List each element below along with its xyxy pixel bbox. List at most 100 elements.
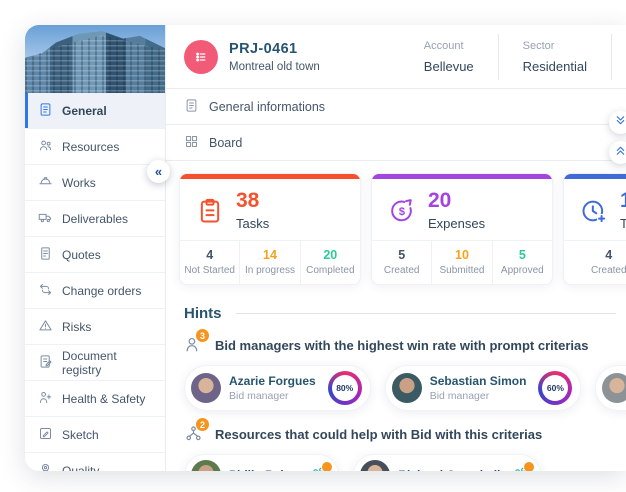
sidebar-menu: General Resources Works Deliverables Quo… [25,93,165,471]
document-icon [184,98,199,116]
sidebar-collapse-button[interactable]: « [147,160,170,183]
sidebar-item-change-orders[interactable]: Change orders [25,273,165,309]
stat-in-progress: 14In progress [239,241,299,284]
tasks-card[interactable]: 38 Tasks 4Not Started 14In progress 20Co… [179,173,361,285]
tasks-clipboard-icon [196,197,224,225]
board-grid-icon [184,134,199,152]
expenses-count: 20 [428,190,485,211]
sidebar-item-deliverables[interactable]: Deliverables [25,201,165,237]
sidebar-item-label: Document registry [62,349,159,377]
bid-manager-name: Sebastian Simon [430,374,527,388]
sidebar-item-label: Resources [62,140,119,154]
avatar [392,373,422,403]
sidebar-item-resources[interactable]: Resources [25,129,165,165]
document-edit-icon [38,354,53,372]
truck-icon [38,210,53,228]
expenses-stats: 5Created 10Submitted 5Approved [372,240,552,284]
card-title: Tasks [236,216,269,231]
sidebar-item-label: Quality [62,464,99,472]
hint-count-badge: 2 [196,418,209,431]
stat-created: 4Created [564,241,626,284]
skills-icon [512,465,532,471]
stat-not-started: 4Not Started [180,241,239,284]
section-label: Board [209,136,242,150]
avatar [360,460,390,471]
sector-column: Sector Residential [499,40,611,74]
time-entries-card[interactable]: 10 Time entries 4Created Submitted [563,173,626,285]
org-chart-icon: 2 [184,424,204,444]
collapse-board-button[interactable] [609,141,626,164]
resource-name: Philip Baker [229,468,298,471]
quality-medal-icon [38,462,53,472]
clock-plus-icon [580,197,608,225]
stat-submitted: 10Submitted [431,241,491,284]
project-photo [25,25,165,93]
sidebar-item-label: Sketch [62,428,99,442]
section-label: General informations [209,100,325,114]
hardhat-icon [38,174,53,192]
sidebar-item-quality[interactable]: Quality [25,453,165,471]
bid-manager-chip[interactable]: Sebastian Simon Bid manager 60% [385,365,582,411]
hints-title: Hints [184,305,222,322]
sidebar-item-label: General [62,104,107,118]
expenses-card[interactable]: $ 20 Expenses 5Created 10Submitted [371,173,553,285]
expand-general-informations-button[interactable] [609,111,626,134]
avatar [191,373,221,403]
hint-text: Resources that could help with Bid with … [215,427,542,442]
resource-chip[interactable]: Richard Campbell [353,454,541,471]
double-chevron-down-icon [614,114,626,132]
kpi-cards: 38 Tasks 4Not Started 14In progress 20Co… [166,161,626,285]
win-rate-ring: 60% [538,371,572,405]
header-stub [612,25,626,88]
account-label: Account [424,40,474,52]
resource-chip[interactable]: Philip Baker [184,454,339,471]
sidebar-item-label: Works [62,176,96,190]
quote-document-icon [38,246,53,264]
stat-completed: 20Completed [300,241,360,284]
bid-manager-role: Bid manager [229,390,316,402]
hint-text: Bid managers with the highest win rate w… [215,338,588,353]
project-identity: PRJ-0461 Montreal old town [229,41,320,73]
card-title: Expenses [428,216,485,231]
tasks-stats: 4Not Started 14In progress 20Completed [180,240,360,284]
sector-label: Sector [523,40,587,52]
bid-manager-chip[interactable]: Matyas Dionne Bid manager 60% [595,365,626,411]
sidebar-item-label: Deliverables [62,212,128,226]
sidebar-item-sketch[interactable]: Sketch [25,417,165,453]
header-info: Account Bellevue Sector Residential [400,25,626,88]
bid-manager-role: Bid manager [430,390,527,402]
health-cross-icon [38,390,53,408]
hints-divider [236,313,617,314]
project-list-icon [184,40,218,74]
avatar [602,373,626,403]
stat-created: 5Created [372,241,431,284]
time-entries-stats: 4Created Submitted [564,240,626,284]
bid-managers-hint: 3 Bid managers with the highest win rate… [184,335,626,355]
resources-hint: 2 Resources that could help with Bid wit… [184,424,626,444]
hints-section: Hints 3 Bid managers with the highest wi… [166,285,626,471]
sidebar-item-label: Change orders [62,284,141,298]
double-chevron-up-icon [614,144,626,162]
skills-badge [523,461,535,471]
general-icon [38,102,53,120]
skills-icon [310,465,330,471]
swap-arrows-icon [38,282,53,300]
sidebar-item-works[interactable]: Works [25,165,165,201]
tasks-count: 38 [236,190,269,211]
section-board[interactable]: Board [166,125,626,161]
project-name: Montreal old town [229,61,320,73]
time-entries-count: 10 [620,190,626,211]
sidebar-item-document-registry[interactable]: Document registry [25,345,165,381]
hint-count-badge: 3 [196,329,209,342]
sidebar-item-health-safety[interactable]: Health & Safety [25,381,165,417]
win-rate-ring: 80% [328,371,362,405]
expenses-dollar-icon: $ [388,197,416,225]
sidebar-item-general[interactable]: General [25,93,165,129]
section-general-informations[interactable]: General informations [166,89,626,125]
sidebar-item-label: Quotes [62,248,101,262]
sidebar: General Resources Works Deliverables Quo… [25,25,166,471]
bid-manager-chip[interactable]: Azarie Forgues Bid manager 80% [184,365,371,411]
avatar [191,460,221,471]
sidebar-item-quotes[interactable]: Quotes [25,237,165,273]
sidebar-item-risks[interactable]: Risks [25,309,165,345]
